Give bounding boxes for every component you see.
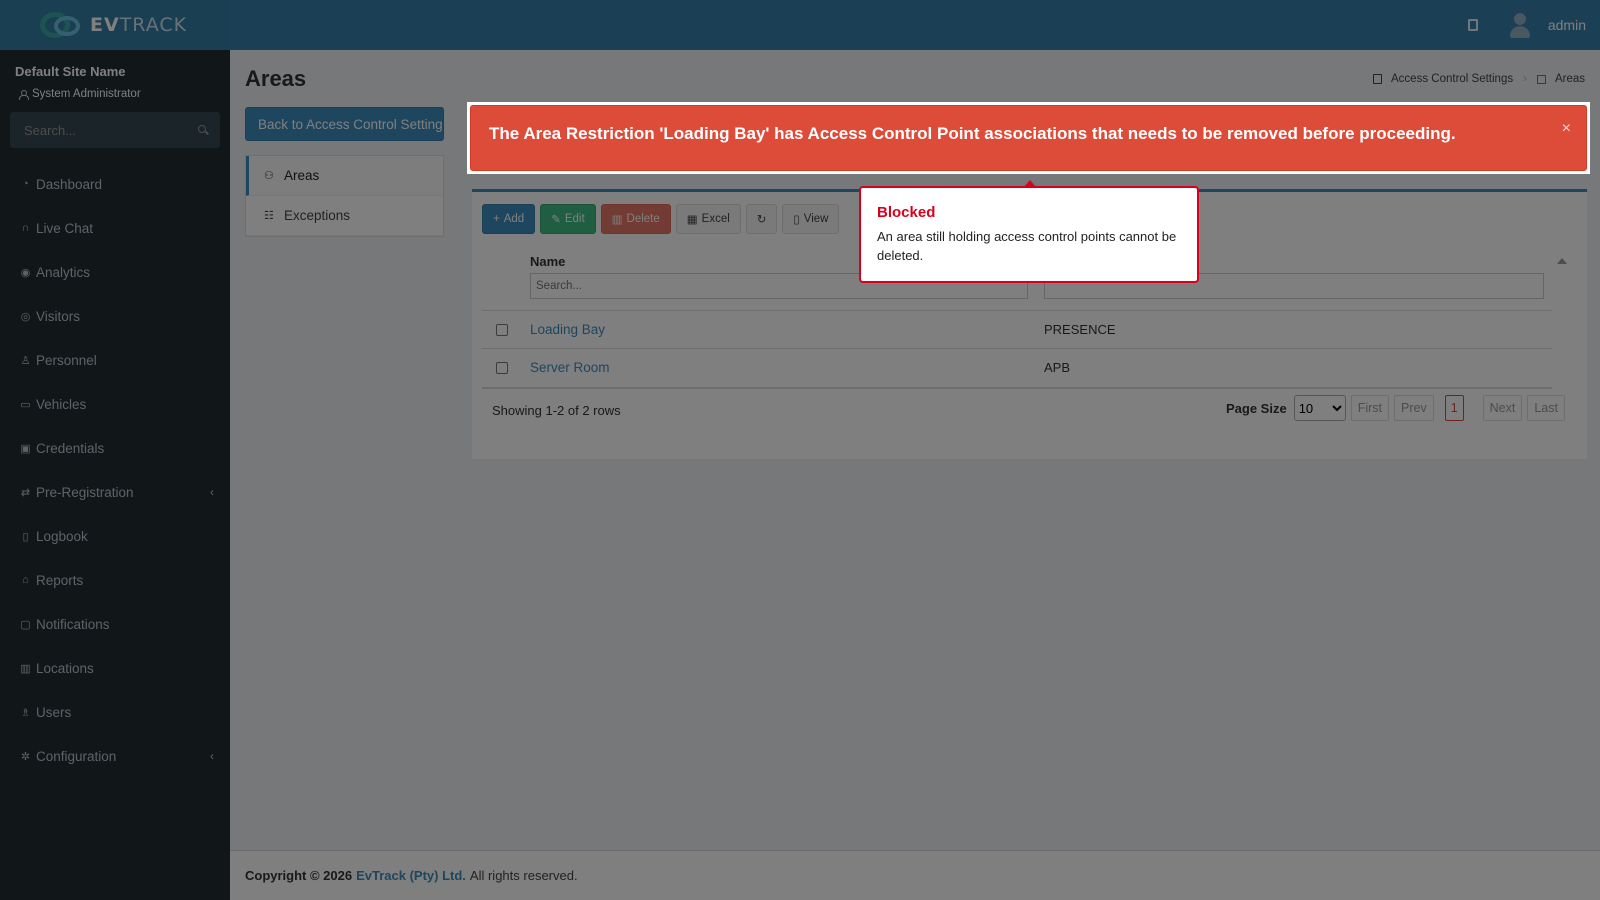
blocked-popover: Blocked An area still holding access con… xyxy=(859,180,1199,283)
error-alert: The Area Restriction 'Loading Bay' has A… xyxy=(470,105,1587,171)
error-alert-message: The Area Restriction 'Loading Bay' has A… xyxy=(489,124,1456,143)
error-alert-frame: The Area Restriction 'Loading Bay' has A… xyxy=(467,102,1590,174)
close-icon[interactable]: × xyxy=(1562,120,1571,138)
popover-body: An area still holding access control poi… xyxy=(877,229,1177,263)
popover-title: Blocked xyxy=(877,204,936,221)
